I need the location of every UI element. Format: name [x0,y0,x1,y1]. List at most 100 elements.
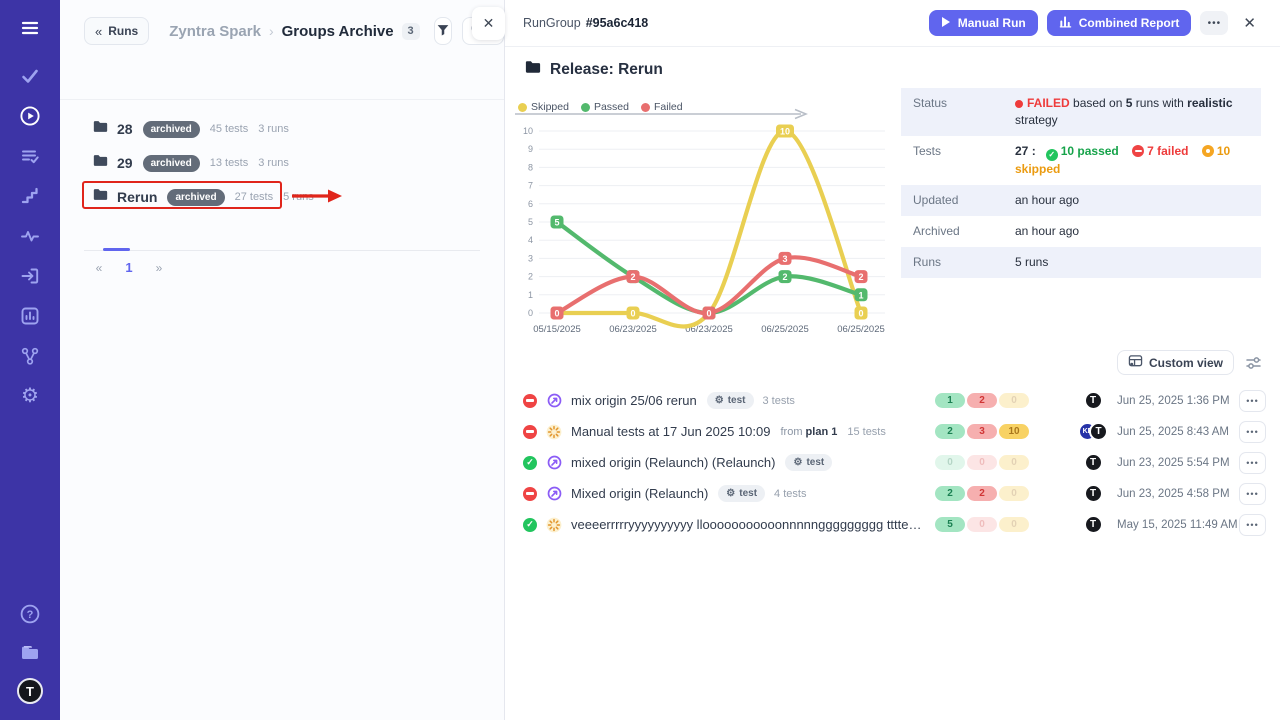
menu-icon[interactable] [18,16,42,40]
svg-text:2: 2 [782,272,787,282]
group-row[interactable]: 29archived13 tests3 runs [60,146,504,180]
projects-folder-icon[interactable] [18,640,42,664]
manual-run-label: Manual Run [958,16,1026,30]
combined-report-button[interactable]: Combined Report [1047,10,1192,36]
detail-close-floating-button[interactable]: ✕ [472,7,505,40]
user-avatar[interactable]: T [17,678,43,704]
avatar[interactable]: T [1084,391,1103,410]
run-row-right: 500TMay 15, 2025 11:49 AM••• [935,514,1266,536]
bar-chart-icon [1059,15,1072,31]
avatar[interactable]: T [1084,484,1103,503]
avatar[interactable]: T [1084,515,1103,534]
group-runs-count: 3 runs [258,123,289,135]
run-date: Jun 23, 2025 5:54 PM [1117,457,1229,469]
run-row-right: 000 T Jun 23, 2025 5:54 PM ••• [935,452,1266,474]
run-row[interactable]: ✓veeeerrrrryyyyyyyyyy llooooooooooonnnnn… [523,509,1266,540]
svg-text:1: 1 [858,290,863,300]
skipped-count-pill: 0 [999,393,1029,408]
run-title: Mixed origin (Relaunch) [571,486,708,501]
updated-value: an hour ago [1015,192,1249,209]
detail-close-button[interactable]: ✕ [1243,14,1256,32]
import-icon[interactable] [18,264,42,288]
run-avatars: T [1075,515,1111,534]
svg-text:9: 9 [528,144,533,154]
manual-run-type-icon [546,424,562,440]
svg-text:?: ? [27,609,34,621]
folder-icon [525,60,541,79]
play-icon [941,16,951,31]
app-sidebar: ⚙ ? T [0,0,60,720]
run-tag-badge: ⚙test [707,392,754,409]
pulse-analytics-icon[interactable] [18,224,42,248]
groups-toolbar: « Runs Zyntra Spark › Groups Archive 3 [84,17,504,45]
group-name: 29 [117,155,133,171]
chart-legend: SkippedPassedFailed [518,101,683,113]
group-row[interactable]: Rerunarchived27 tests5 runs [60,180,504,214]
run-count-pills: 2310 [935,424,1029,439]
svg-text:6: 6 [528,199,533,209]
run-count-pills: 000 [935,455,1029,470]
svg-text:0: 0 [630,309,635,319]
legend-item-passed: Passed [581,101,629,113]
info-row-updated: Updated an hour ago [901,185,1261,216]
archived-badge: archived [143,155,200,172]
test-plans-icon[interactable] [18,144,42,168]
runs-value: 5 runs [1015,254,1249,271]
run-title: Manual tests at 17 Jun 2025 10:09 [571,424,770,439]
run-more-button[interactable]: ••• [1239,452,1266,474]
run-row[interactable]: ✓mixed origin (Relaunch) (Relaunch)⚙test… [523,447,1266,478]
avatar[interactable]: T [1084,453,1103,472]
help-icon[interactable]: ? [18,602,42,626]
run-avatars: T [1075,391,1111,410]
gear-glyph: ⚙ [21,386,39,406]
skipped-count-pill: 0 [999,486,1029,501]
tune-columns-icon[interactable] [1245,355,1262,371]
passed-count-pill: 2 [935,486,965,501]
settings-gear-icon[interactable]: ⚙ [18,384,42,408]
back-to-runs-button[interactable]: « Runs [84,17,149,45]
run-row[interactable]: Manual tests at 17 Jun 2025 10:09from pl… [523,416,1266,447]
svg-text:5: 5 [528,217,533,227]
run-failed-icon [523,425,537,439]
run-more-button[interactable]: ••• [1239,483,1266,505]
runs-play-icon[interactable] [18,104,42,128]
run-row-right: 220TJun 23, 2025 4:58 PM••• [935,483,1266,505]
svg-text:3: 3 [782,254,787,264]
run-row-right: 2310KETJun 25, 2025 8:43 AM••• [935,421,1266,443]
group-folder-icon [93,120,108,138]
legend-label: Passed [594,101,629,113]
check-tasks-icon[interactable] [18,64,42,88]
group-tests-count: 27 tests [235,191,274,203]
steps-icon[interactable] [18,184,42,208]
group-folder-icon [93,154,108,172]
custom-view-label: Custom view [1149,356,1223,370]
rungroup-info-table: Status FAILED based on 5 runs with reali… [901,88,1261,278]
run-more-button[interactable]: ••• [1239,390,1266,412]
branches-icon[interactable] [18,344,42,368]
custom-view-button[interactable]: Custom view [1117,350,1234,375]
group-name: 28 [117,121,133,137]
run-row[interactable]: mix origin 25/06 rerun⚙test3 tests120TJu… [523,385,1266,416]
run-row[interactable]: Mixed origin (Relaunch)⚙test4 tests220TJ… [523,478,1266,509]
svg-text:0: 0 [528,308,533,318]
manual-run-button[interactable]: Manual Run [929,10,1038,36]
legend-label: Failed [654,101,683,113]
avatar[interactable]: T [1089,422,1108,441]
reports-icon[interactable] [18,304,42,328]
detail-more-button[interactable]: ••• [1200,11,1228,35]
pagination-next[interactable]: » [144,261,174,275]
run-more-button[interactable]: ••• [1239,421,1266,443]
pagination: « 1 » [84,260,174,275]
svg-text:05/15/2025: 05/15/2025 [533,324,581,335]
breadcrumb-project[interactable]: Zyntra Spark [169,23,261,40]
pagination-prev[interactable]: « [84,261,114,275]
filter-button[interactable] [434,17,452,45]
run-passed-icon: ✓ [523,518,537,532]
group-row[interactable]: 28archived45 tests3 runs [60,112,504,146]
failed-count-pill: 0 [967,455,997,470]
info-row-runs: Runs 5 runs [901,247,1261,278]
pagination-page-1[interactable]: 1 [114,260,144,275]
svg-text:1: 1 [528,290,533,300]
run-row-right: 120TJun 25, 2025 1:36 PM••• [935,390,1266,412]
run-more-button[interactable]: ••• [1239,514,1266,536]
